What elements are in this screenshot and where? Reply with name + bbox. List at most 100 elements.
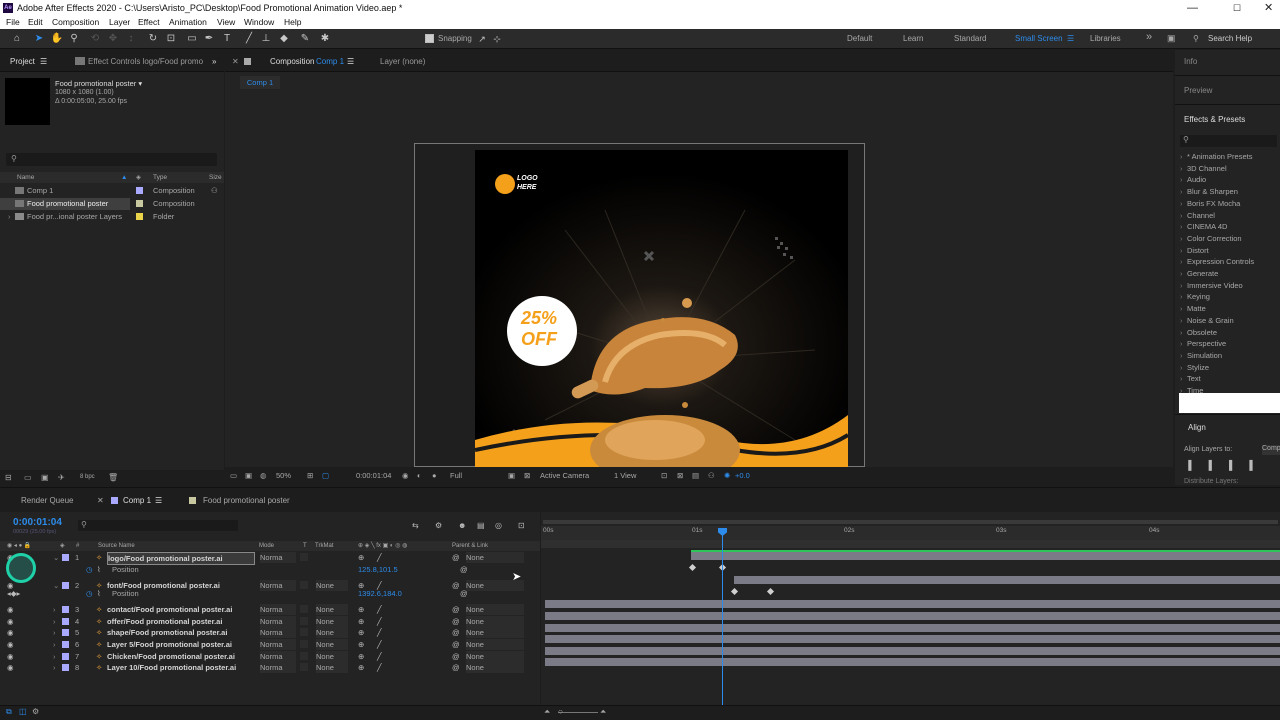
parent-dropdown[interactable]: None [466,616,524,627]
preview-panel-tab[interactable]: Preview [1184,86,1212,95]
label-swatch[interactable] [62,629,69,636]
work-area-bar[interactable] [543,520,1278,524]
label-swatch[interactable] [62,606,69,613]
layer-row[interactable]: ◉ › 5 ✧ shape/Food promotional poster.ai Norm… [0,627,540,638]
collapse-switch-icon[interactable]: ⊕ [358,627,364,638]
quality-switch-icon[interactable]: ╱ [377,552,382,563]
pickwhip-icon[interactable]: @ [452,627,460,638]
poster-canvas[interactable]: LOGO HERE 25% OFF [475,150,848,467]
pan-tool-icon[interactable]: ✥ [106,32,120,46]
eye-icon[interactable]: ◉ [7,662,14,673]
eye-icon[interactable]: ◉ [7,651,14,662]
eraser-tool-icon[interactable]: ◆ [277,32,291,46]
effect-category[interactable]: Distort [1180,246,1209,255]
render-time-icon[interactable]: ⧉ [6,707,12,717]
resolution-dropdown[interactable]: Full [450,467,462,485]
close-tab-icon[interactable]: ✕ [232,57,239,66]
flowchart-icon[interactable]: ⚇ [708,467,715,485]
expand-icon[interactable]: › [8,211,11,223]
effect-category[interactable]: Channel [1180,211,1215,220]
delete-icon[interactable]: 🗑 [108,470,118,485]
pen-tool-icon[interactable]: ✒ [202,32,216,46]
align-to-dropdown[interactable]: Composi [1262,445,1280,455]
project-item-comp1[interactable]: Comp 1 Composition ⚇ [0,185,224,197]
collapse-switch-icon[interactable]: ⊕ [358,616,364,627]
orbit-tool-icon[interactable]: ⟲ [88,32,102,46]
interpret-footage-icon[interactable]: ⊟ [5,470,12,485]
region-of-interest-icon[interactable]: ▣ [508,467,515,485]
effect-category[interactable]: * Animation Presets [1180,152,1253,161]
position-value[interactable]: 125.8,101.5 [358,564,398,575]
column-name[interactable]: Name [17,172,34,183]
resolution-grid-icon[interactable]: ⊞ [307,467,313,485]
preserve-transparency-checkbox[interactable] [300,553,308,561]
project-item-poster[interactable]: Food promotional poster Composition [0,198,224,210]
layer-row[interactable]: ◉ › 8 ✧ Layer 10/Food promotional poster.ai N… [0,662,540,673]
monitor-icon[interactable]: ▣ [245,467,252,485]
sort-icon[interactable]: ▲ [121,172,127,183]
effect-category[interactable]: Perspective [1180,339,1226,348]
composition-menu-icon[interactable]: ☰ [347,57,354,66]
toggle-pixel-icon[interactable]: ⊡ [661,467,667,485]
trkmat-dropdown[interactable]: None [316,651,348,662]
parent-dropdown[interactable]: None [466,662,524,673]
preserve-transparency-checkbox[interactable] [300,663,308,671]
timeline-timecode[interactable]: 0:00:01:04 [13,517,62,528]
trkmat-dropdown[interactable]: None [316,662,348,673]
draft-3d-icon[interactable]: ⚙ [435,521,442,530]
layer-name[interactable]: Layer 5/Food promotional poster.ai [107,639,255,650]
keyframe-marker[interactable] [766,587,775,596]
align-tab[interactable]: Align [1188,423,1206,432]
workspace-default[interactable]: Default [847,34,872,43]
dolly-tool-icon[interactable]: ↕ [124,32,138,46]
rectangle-tool-icon[interactable]: ▭ [185,32,199,46]
search-help-label[interactable]: Search Help [1208,34,1252,43]
blend-mode-dropdown[interactable]: Norma [260,627,296,638]
selection-tool-icon[interactable]: ➤ [32,32,46,46]
blend-mode-dropdown[interactable]: Norma [260,552,296,563]
expand-twirl-icon[interactable]: › [53,639,56,650]
snap-grid-icon[interactable]: ⊹ [490,32,504,46]
stopwatch-icon[interactable]: ◷ [86,588,93,599]
effect-controls-tab[interactable]: Effect Controls logo/Food promo [88,57,203,66]
eye-icon[interactable]: ◉ [7,627,14,638]
effect-category[interactable]: Expression Controls [1180,257,1254,266]
parent-dropdown[interactable]: None [466,651,524,662]
project-item-folder[interactable]: › Food pr...ional poster Layers Folder [0,211,224,223]
menu-window[interactable]: Window [244,16,274,29]
blend-mode-dropdown[interactable]: Norma [260,616,296,627]
collapse-switch-icon[interactable]: ⊕ [358,639,364,650]
parent-dropdown[interactable]: None [466,627,524,638]
eye-icon[interactable]: ◉ [7,604,14,615]
layer-duration-bar[interactable] [545,658,1280,666]
sync-icon[interactable]: ▣ [1167,33,1176,44]
trkmat-dropdown[interactable]: None [316,627,348,638]
blend-mode-dropdown[interactable]: Norma [260,604,296,615]
effect-controls-lock-icon[interactable] [75,57,85,65]
eye-icon[interactable]: ◉ [7,616,14,627]
time-ruler[interactable]: 00s 01s 02s 03s 04s [541,526,1280,540]
timeline-search-input[interactable]: ⚲ [78,520,238,531]
trkmat-dropdown[interactable]: None [316,616,348,627]
label-swatch[interactable] [62,618,69,625]
menu-animation[interactable]: Animation [169,16,207,29]
brush-tool-icon[interactable]: ╱ [242,32,256,46]
close-tab-icon[interactable]: ✕ [97,496,104,505]
anchor-tool-icon[interactable]: ⊡ [164,32,178,46]
snapshot-icon[interactable]: ◉ [402,467,409,485]
trkmat-dropdown[interactable]: None [316,639,348,650]
workspace-standard[interactable]: Standard [954,34,986,43]
label-swatch[interactable] [62,653,69,660]
new-composition-icon[interactable]: ▣ [41,470,49,485]
workspace-menu-icon[interactable]: ☰ [1067,34,1074,43]
label-swatch[interactable] [62,664,69,671]
menu-effect[interactable]: Effect [138,16,160,29]
menu-file[interactable]: File [6,16,20,29]
minimize-button[interactable]: — [1187,0,1198,16]
layer-name[interactable]: offer/Food promotional poster.ai [107,616,255,627]
menu-help[interactable]: Help [284,16,301,29]
layer-duration-bar[interactable] [545,624,1280,632]
preserve-transparency-checkbox[interactable] [300,640,308,648]
effect-category[interactable]: Audio [1180,175,1206,184]
layer-row[interactable]: ◉ › 4 ✧ offer/Food promotional poster.ai Norm… [0,616,540,627]
